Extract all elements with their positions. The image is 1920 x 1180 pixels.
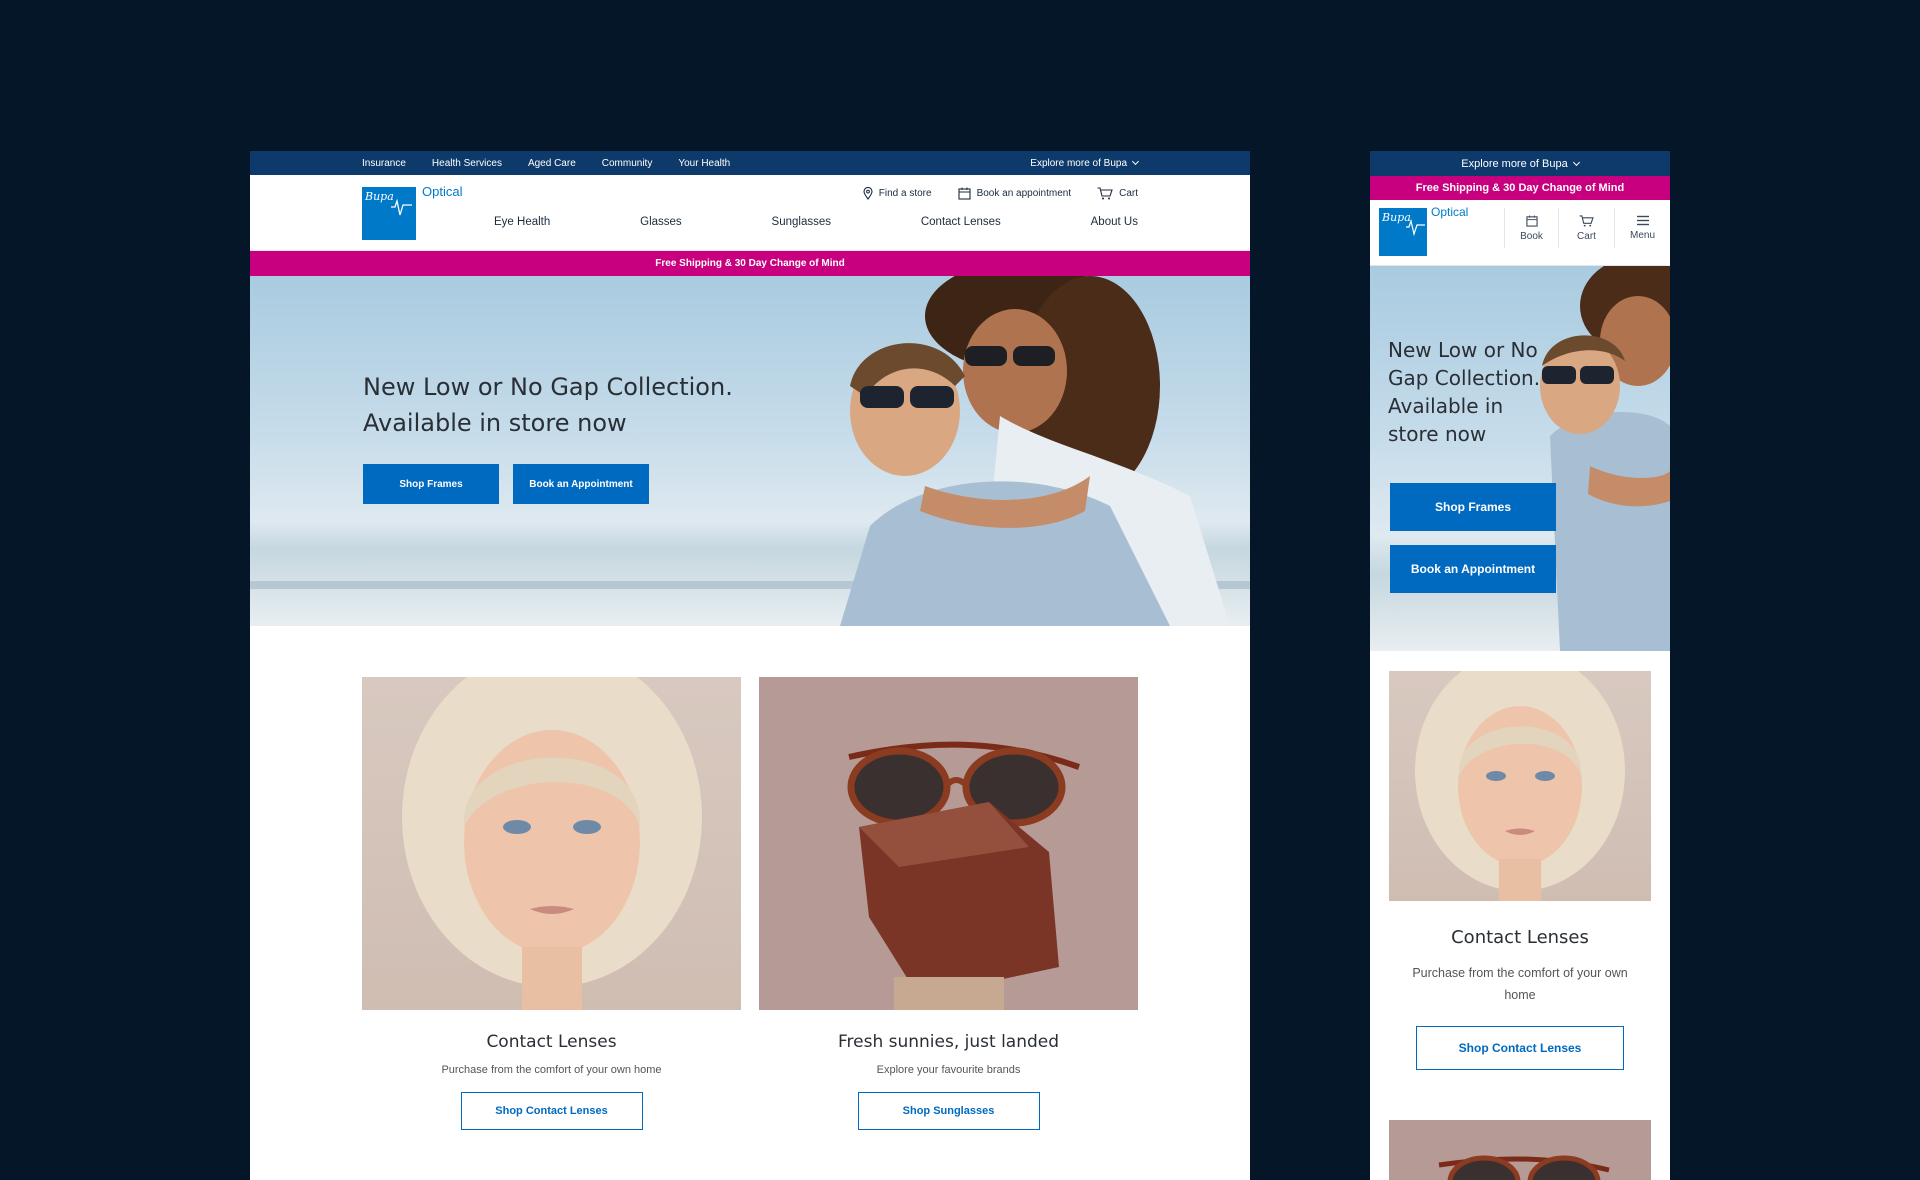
card-title: Contact Lenses (1451, 927, 1589, 948)
calendar-icon (958, 187, 971, 200)
bupa-logo[interactable]: Bupa (362, 187, 416, 240)
heartbeat-icon (1406, 218, 1425, 237)
hero-title: New Low or No Gap Collection. Available … (1388, 338, 1541, 446)
utility-link-insurance[interactable]: Insurance (362, 158, 406, 169)
service-links: Find a store Book an appointment Cart (863, 187, 1138, 200)
shop-contact-lenses-button[interactable]: Shop Contact Lenses (460, 1092, 643, 1130)
heartbeat-icon (391, 198, 412, 216)
cart-icon (1579, 214, 1594, 227)
card-description: Explore your favourite brands (876, 1064, 1021, 1076)
cart-icon (1097, 187, 1113, 200)
sunglasses-on-block (1438, 1155, 1610, 1180)
book-action[interactable]: Book (1504, 208, 1558, 248)
sunglasses-on-block (847, 741, 1081, 1010)
card-description: Purchase from the comfort of your own ho… (441, 1064, 662, 1076)
book-appointment-button[interactable]: Book an Appointment (513, 464, 649, 504)
card-contact-lenses: Contact Lenses Purchase from the comfort… (362, 677, 741, 1130)
utility-link-your-health[interactable]: Your Health (678, 158, 730, 169)
explore-more-dropdown[interactable]: Explore more of Bupa (1030, 157, 1140, 169)
woman-portrait (1415, 671, 1625, 901)
explore-more-dropdown[interactable]: Explore more of Bupa (1370, 151, 1670, 176)
nav-eye-health[interactable]: Eye Health (494, 216, 550, 228)
cart-link[interactable]: Cart (1097, 187, 1138, 200)
book-appointment-label: Book an appointment (976, 188, 1072, 199)
nav-about-us[interactable]: About Us (1091, 216, 1138, 228)
mobile-view: Explore more of Bupa Free Shipping & 30 … (1370, 151, 1670, 1180)
card-sunglasses: Fresh sunnies, just landed Explore your … (759, 677, 1138, 1130)
hero-banner: New Low or No Gap Collection. Available … (1370, 266, 1670, 651)
find-store-label: Find a store (878, 188, 932, 199)
header-actions: Book Cart Menu (1504, 208, 1670, 248)
cart-action[interactable]: Cart (1558, 208, 1614, 248)
shop-frames-button[interactable]: Shop Frames (363, 464, 499, 504)
nav-sunglasses[interactable]: Sunglasses (772, 216, 831, 228)
explore-label: Explore more of Bupa (1461, 157, 1568, 170)
promo-banner[interactable]: Free Shipping & 30 Day Change of Mind (250, 251, 1250, 276)
book-appointment-link[interactable]: Book an appointment (958, 187, 1072, 200)
menu-action[interactable]: Menu (1614, 208, 1670, 248)
nav-contact-lenses[interactable]: Contact Lenses (921, 216, 1001, 228)
book-appointment-button[interactable]: Book an Appointment (1390, 545, 1556, 593)
utility-link-health-services[interactable]: Health Services (432, 158, 502, 169)
hero-couple-image (1540, 266, 1670, 651)
card-contact-lenses: Contact Lenses Purchase from the comfort… (1389, 671, 1651, 1070)
book-label: Book (1520, 230, 1543, 242)
card-title: Contact Lenses (486, 1032, 617, 1052)
shop-frames-button[interactable]: Shop Frames (1390, 483, 1556, 531)
utility-link-community[interactable]: Community (602, 158, 653, 169)
desktop-view: Insurance Health Services Aged Care Comm… (250, 151, 1250, 1180)
calendar-icon (1525, 214, 1538, 227)
menu-label: Menu (1629, 230, 1655, 241)
menu-icon (1636, 215, 1649, 226)
bupa-logo[interactable]: Bupa (1379, 208, 1427, 256)
utility-links: Insurance Health Services Aged Care Comm… (362, 158, 730, 169)
utility-bar: Insurance Health Services Aged Care Comm… (250, 151, 1250, 175)
promo-banner[interactable]: Free Shipping & 30 Day Change of Mind (1370, 176, 1670, 200)
hero-couple-image (840, 276, 1230, 626)
site-header: Bupa Optical Book Cart Menu (1370, 200, 1670, 266)
brand-optical-label: Optical (1431, 205, 1469, 219)
card-description: Purchase from the comfort of your own ho… (1412, 966, 1628, 1002)
hero-banner: New Low or No Gap Collection. Available … (250, 276, 1250, 626)
chevron-down-icon (1131, 157, 1140, 166)
cart-label: Cart (1577, 230, 1596, 242)
contact-lenses-image[interactable] (1389, 671, 1651, 901)
sunglasses-image-partial[interactable] (1389, 1120, 1651, 1180)
contact-lenses-image[interactable] (362, 677, 741, 1010)
location-pin-icon (863, 187, 873, 200)
chevron-down-icon (1572, 158, 1580, 166)
utility-link-aged-care[interactable]: Aged Care (528, 158, 576, 169)
brand-optical-label: Optical (422, 184, 463, 199)
woman-portrait (402, 677, 702, 1010)
shop-contact-lenses-button[interactable]: Shop Contact Lenses (1416, 1026, 1624, 1070)
site-header: Bupa Optical Find a store Book an appoin… (250, 175, 1250, 251)
nav-glasses[interactable]: Glasses (640, 216, 682, 228)
feature-cards: Contact Lenses Purchase from the comfort… (362, 677, 1139, 1130)
shop-sunglasses-button[interactable]: Shop Sunglasses (857, 1092, 1040, 1130)
sunglasses-image[interactable] (759, 677, 1138, 1010)
explore-label: Explore more of Bupa (1030, 157, 1127, 169)
cart-label: Cart (1119, 188, 1138, 199)
hero-title: New Low or No Gap Collection. Available … (363, 373, 733, 437)
find-store-link[interactable]: Find a store (863, 187, 932, 200)
main-nav: Eye Health Glasses Sunglasses Contact Le… (494, 216, 1138, 228)
card-title: Fresh sunnies, just landed (837, 1032, 1060, 1052)
